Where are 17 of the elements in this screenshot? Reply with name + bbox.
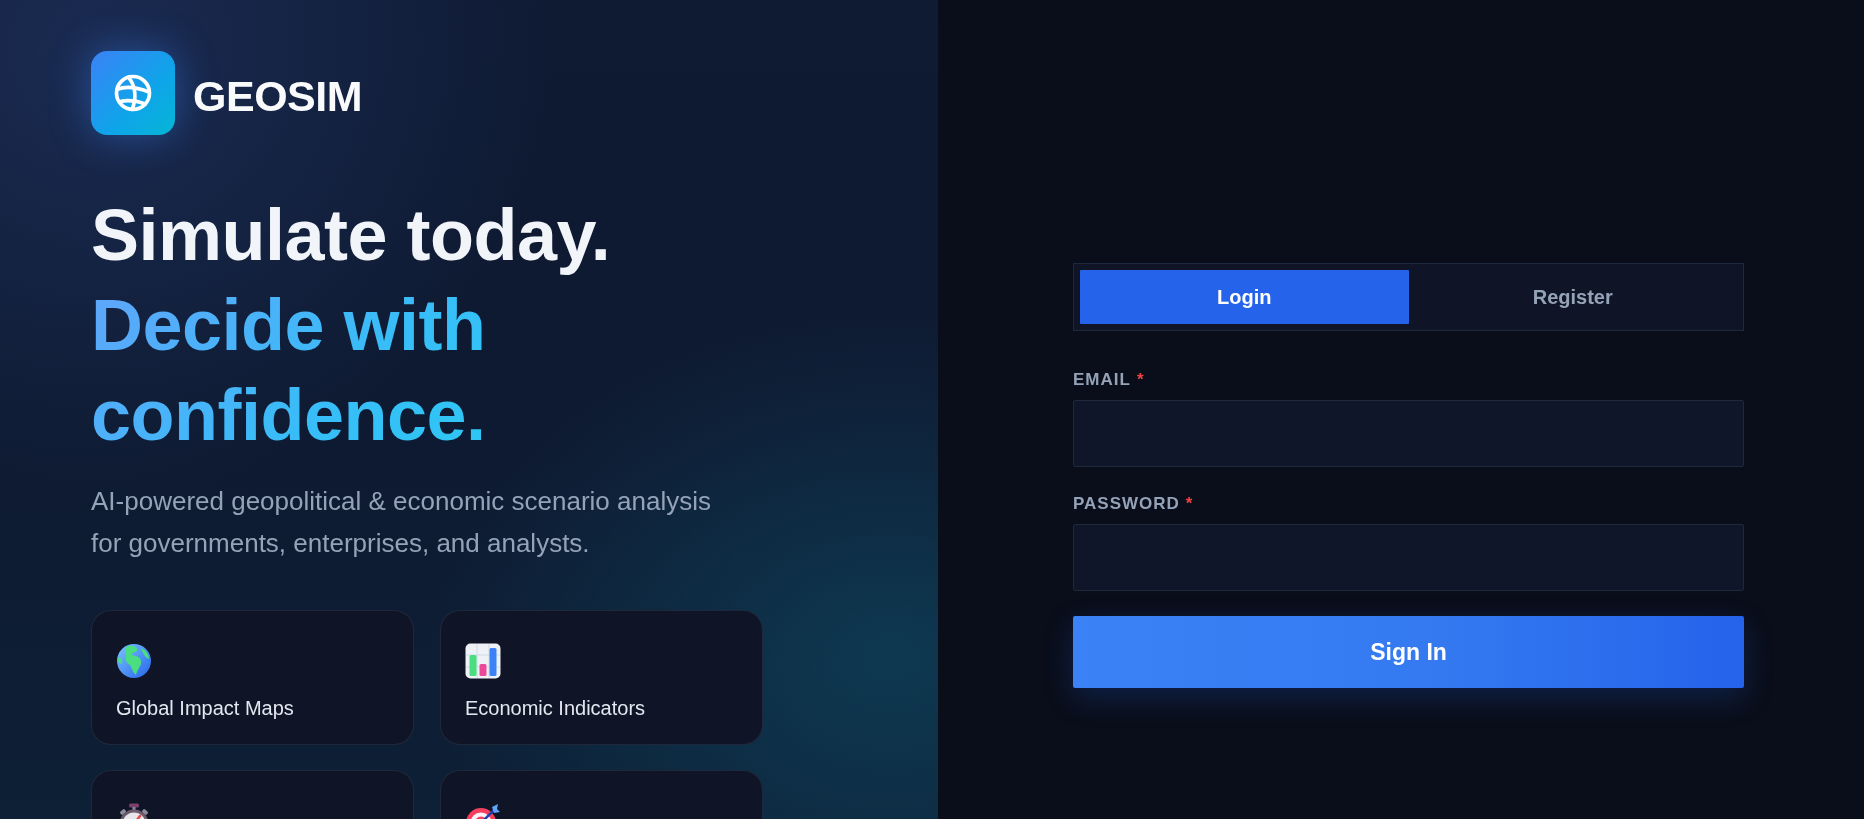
tab[interactable]: Login (1080, 270, 1409, 324)
required-asterisk: * (1185, 493, 1194, 515)
field-label: EMAIL (1073, 369, 1131, 391)
feature-label: Global Impact Maps (116, 696, 294, 721)
tab[interactable]: Register (1408, 270, 1737, 324)
feature-label: Economic Indicators (465, 696, 646, 721)
brand-name: GEOSIM (193, 70, 363, 118)
globe-icon (116, 643, 152, 679)
input-field[interactable] (1073, 524, 1744, 591)
input-field[interactable] (1073, 400, 1744, 467)
headline: Simulate today. (91, 194, 612, 277)
bar-chart-icon (465, 643, 501, 679)
globe-logo-icon (91, 51, 175, 135)
required-asterisk: * (1136, 369, 1145, 391)
sign-in-button[interactable]: Sign In (1073, 616, 1744, 688)
hero-subtitle: AI-powered geopolitical & economic scenario analysis for governments, enterprises, and analysts. (91, 485, 712, 560)
field-label: PASSWORD (1073, 493, 1180, 515)
